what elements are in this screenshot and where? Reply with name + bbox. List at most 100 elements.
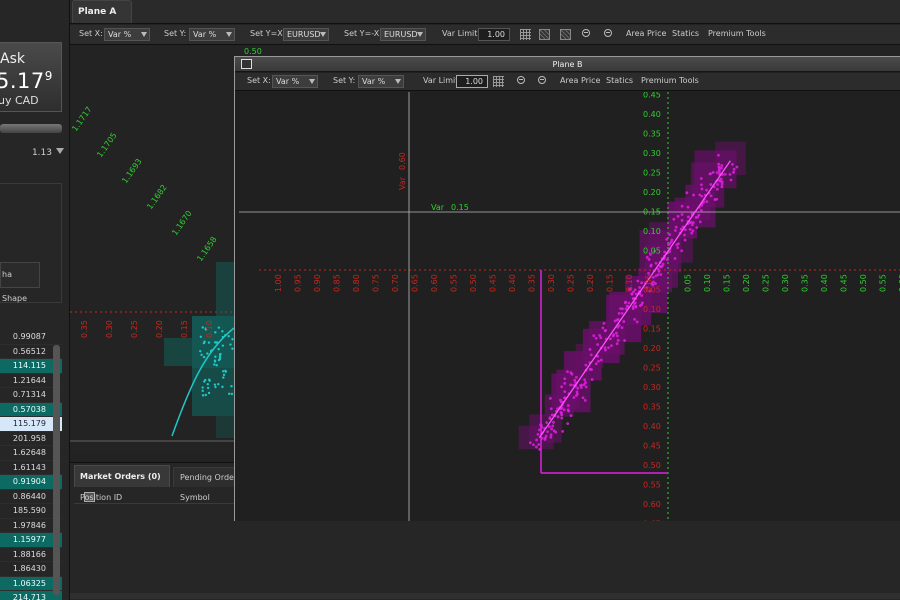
data-point (214, 385, 217, 389)
set-y-value: Var % (362, 77, 386, 86)
left-slider[interactable] (0, 124, 62, 133)
x-tick-negative: 0.95 (294, 274, 303, 292)
price-list-scrollbar[interactable] (53, 345, 60, 595)
chevron-down-icon[interactable] (56, 148, 64, 154)
window-icon[interactable] (241, 59, 252, 69)
data-point (540, 436, 544, 440)
data-point (715, 197, 719, 201)
tab-market-orders[interactable]: Market Orders (0) (74, 465, 170, 502)
price-list-value: 0.91904 (12, 477, 46, 486)
ask-price: 5.179 (0, 69, 53, 93)
data-point (561, 430, 565, 433)
data-point (665, 237, 669, 241)
ask-price-pip: 9 (44, 69, 53, 83)
premium-tools-button[interactable]: Premium Tools (708, 29, 766, 38)
var-limit-input[interactable]: 1.00 (478, 28, 510, 41)
data-point (620, 326, 624, 330)
x-tick-positive: 0.50 (859, 274, 868, 292)
data-point (551, 424, 555, 428)
statics-button[interactable]: Statics (672, 29, 699, 38)
data-point (692, 193, 696, 197)
y-tick-negative: 0.40 (643, 422, 661, 431)
set-x-select[interactable]: Var % (272, 75, 318, 88)
zoom-in-icon[interactable] (517, 76, 525, 84)
ask-price-main: 5.17 (0, 69, 45, 93)
data-point (597, 359, 600, 363)
data-point (230, 392, 234, 396)
zoom-out-icon[interactable] (538, 76, 546, 84)
data-point (676, 246, 680, 250)
tab-pending-orders[interactable]: Pending Orders ( (173, 467, 243, 487)
data-point (599, 358, 603, 362)
data-point (214, 331, 217, 334)
data-point (540, 424, 543, 427)
premium-tools-button[interactable]: Premium Tools (641, 76, 699, 85)
heatmap-cell (192, 368, 234, 416)
plane-b-chart[interactable]: 1.00 0.95 0.90 0.85 0.80 0.75 0.70 0.65 0.60 0.55… (235, 92, 900, 521)
set-yx-select[interactable]: EURUSD (283, 28, 329, 41)
data-point (709, 194, 713, 198)
tab-plane-a[interactable]: Plane A (72, 0, 132, 37)
var-limit-input[interactable]: 1.00 (456, 75, 488, 88)
data-point (566, 408, 570, 412)
data-point (699, 177, 703, 180)
data-point (549, 407, 553, 411)
var-h-value: 0.15 (451, 203, 469, 212)
x-tick-negative: 0.75 (372, 274, 381, 292)
data-point (572, 396, 576, 399)
area-price-button[interactable]: Area Price (626, 29, 666, 38)
grid-icon[interactable] (493, 76, 504, 87)
y-tick-negative: 0.55 (643, 481, 661, 490)
statics-button[interactable]: Statics (606, 76, 633, 85)
y-tick-positive: 0.10 (643, 227, 661, 236)
x-tick-negative: 0.65 (411, 274, 420, 292)
column-symbol[interactable]: Symbol (180, 493, 210, 502)
x-tick-positive: 0.15 (723, 274, 732, 292)
set-y-select[interactable]: Var % (189, 28, 235, 41)
area-price-button[interactable]: Area Price (560, 76, 600, 85)
data-point (201, 386, 204, 389)
hatch-icon[interactable] (539, 29, 550, 40)
set-y-label: Set Y: (164, 29, 187, 38)
zoom-out-icon[interactable] (604, 29, 612, 37)
data-point (537, 428, 541, 432)
data-point (206, 382, 210, 386)
orders-scrollbar[interactable] (70, 593, 900, 599)
price-list-value: 1.62648 (12, 448, 46, 457)
price-list-row[interactable]: 0.99087 (0, 330, 62, 345)
data-point (619, 307, 622, 311)
orders-table-header: Position ID Symbol (74, 492, 234, 504)
left-quantity-field[interactable]: 1.13 (0, 146, 66, 160)
x-tick-label: 0.15 (180, 320, 189, 338)
shape-button[interactable]: ha Shape (0, 262, 40, 303)
plane-b-titlebar[interactable]: Plane B (235, 57, 900, 72)
data-point (624, 300, 628, 304)
y-tick-negative: 0.65 (643, 520, 661, 522)
data-point (590, 378, 594, 381)
grid-icon[interactable] (520, 29, 531, 40)
data-point (684, 228, 687, 232)
set-x-select[interactable]: Var % (104, 28, 150, 41)
price-list-value: 1.21644 (12, 375, 46, 385)
set-ynx-select[interactable]: EURUSD (380, 28, 426, 41)
set-y-select[interactable]: Var % (358, 75, 404, 88)
data-point (659, 265, 663, 269)
data-point (583, 378, 587, 382)
data-point (717, 168, 721, 172)
x-tick-negative: 0.35 (528, 274, 537, 292)
ask-price-button[interactable]: Ask 5.179 uy CAD (0, 42, 62, 112)
data-point (224, 369, 227, 373)
data-point (221, 385, 224, 389)
data-point (711, 171, 715, 174)
var-v-value: 0.60 (398, 152, 407, 170)
set-yx-value: EURUSD (287, 30, 321, 39)
x-tick-positive: 0.25 (762, 274, 771, 292)
data-point (698, 220, 702, 224)
data-point (201, 389, 204, 393)
zoom-in-icon[interactable] (582, 29, 590, 37)
column-position-id[interactable]: Position ID (80, 493, 122, 502)
data-point (686, 205, 690, 209)
x-tick-negative: 0.60 (430, 274, 439, 292)
hatch-alt-icon[interactable] (560, 29, 571, 40)
data-point (634, 305, 638, 309)
